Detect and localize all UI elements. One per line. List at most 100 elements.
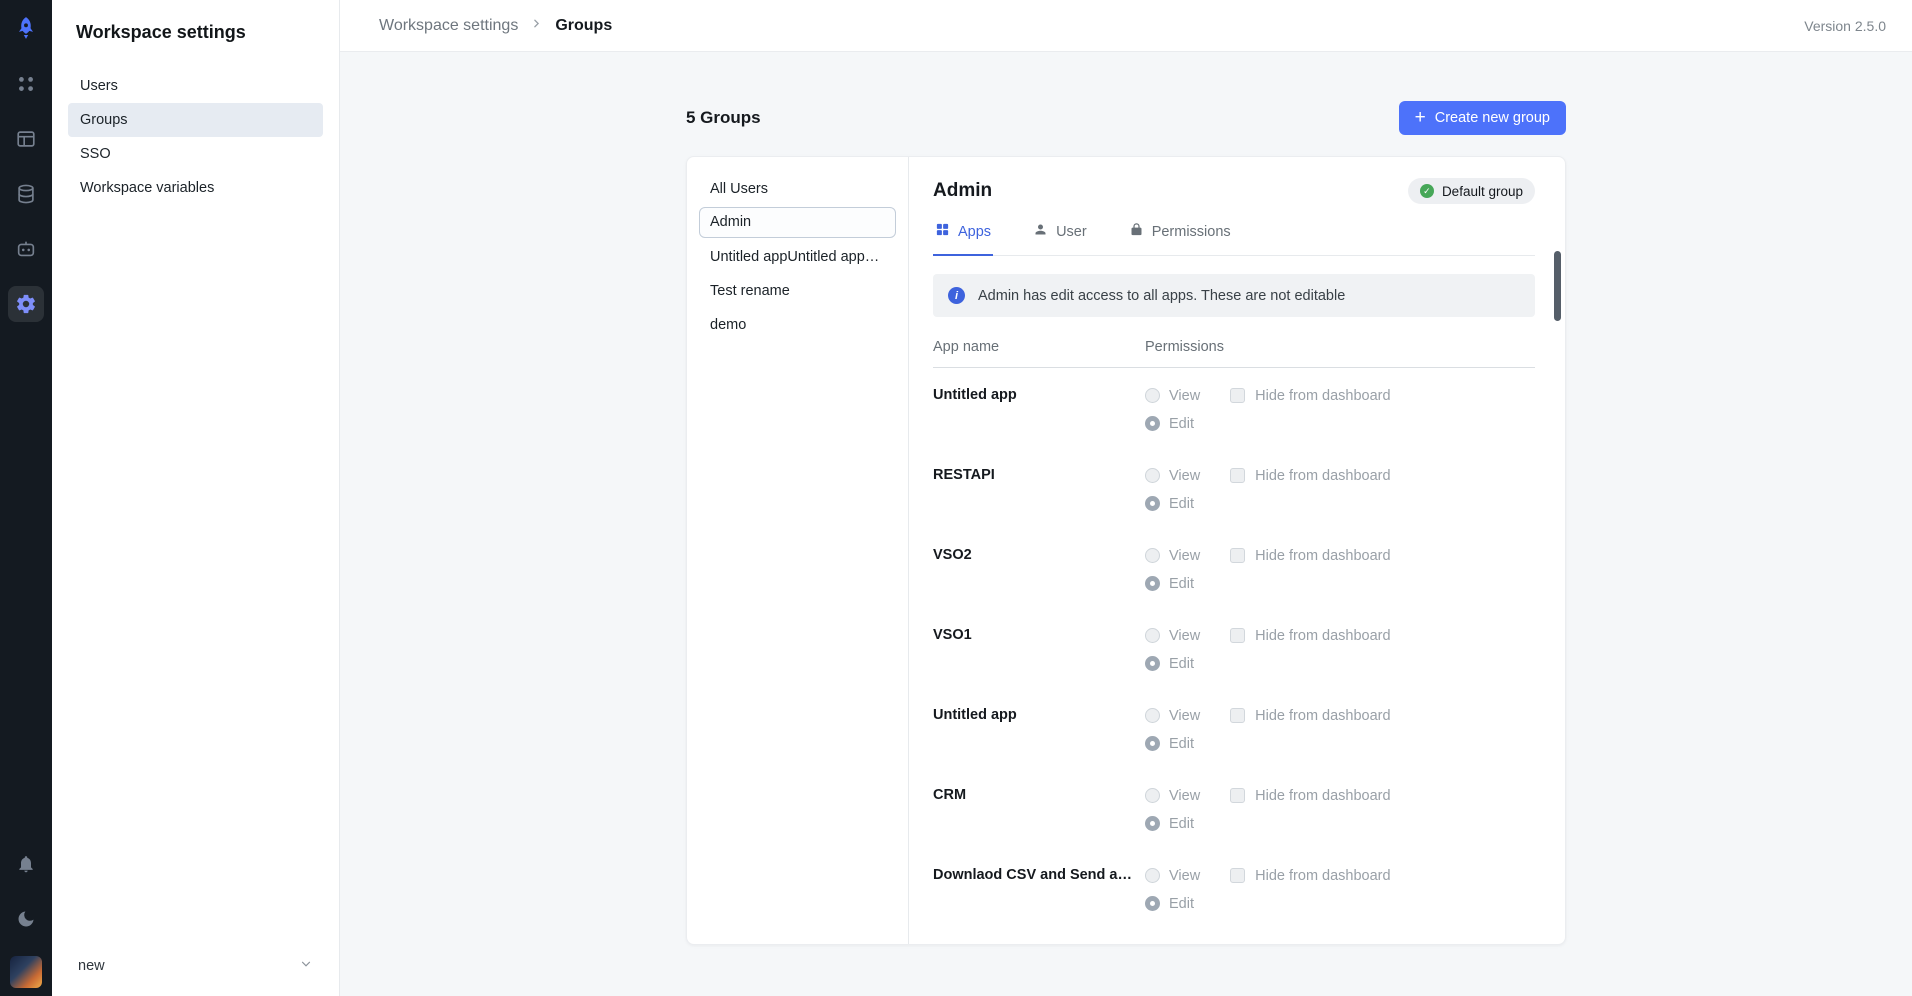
notifications-bell-icon[interactable] xyxy=(8,846,44,882)
column-app-name: App name xyxy=(933,339,1145,355)
info-banner: Admin has edit access to all apps. These… xyxy=(933,274,1535,317)
version-label: Version 2.5.0 xyxy=(1804,18,1886,34)
view-permission-line: View Hide from dashboard xyxy=(1145,467,1535,484)
view-radio-disabled xyxy=(1145,868,1160,883)
app-name: VSO2 xyxy=(933,547,1145,564)
breadcrumb-current: Groups xyxy=(555,17,612,35)
edit-label: Edit xyxy=(1169,816,1194,832)
permissions-cell: View Hide from dashboard Edit xyxy=(1145,387,1535,443)
plus-icon xyxy=(1415,108,1426,127)
view-radio-disabled xyxy=(1145,788,1160,803)
tab-user[interactable]: User xyxy=(1031,216,1089,256)
apps-nav-icon[interactable] xyxy=(8,66,44,102)
view-label: View xyxy=(1169,628,1200,644)
lock-icon xyxy=(1129,222,1144,241)
group-list-item-untitled-appuntitled-appunti[interactable]: Untitled appUntitled appUntitle... xyxy=(699,241,896,272)
groups-count-label: 5 Groups xyxy=(686,108,761,128)
table-header: App name Permissions xyxy=(933,317,1535,368)
app-root: Workspace settings Users Groups SSO Work… xyxy=(0,0,1912,996)
edit-label: Edit xyxy=(1169,736,1194,752)
group-list-item-demo[interactable]: demo xyxy=(699,309,896,340)
group-title: Admin xyxy=(933,180,992,202)
settings-sidebar: Workspace settings Users Groups SSO Work… xyxy=(52,0,340,996)
permissions-cell: View Hide from dashboard Edit xyxy=(1145,787,1535,843)
edit-radio-selected-disabled xyxy=(1145,816,1160,831)
top-header: Workspace settings Groups Version 2.5.0 xyxy=(340,0,1912,52)
view-label: View xyxy=(1169,548,1200,564)
edit-label: Edit xyxy=(1169,576,1194,592)
tab-apps[interactable]: Apps xyxy=(933,216,993,256)
sidebar-menu: Users Groups SSO Workspace variables xyxy=(68,69,323,205)
app-name: Untitled app xyxy=(933,387,1145,404)
permissions-cell: View Hide from dashboard Edit xyxy=(1145,707,1535,763)
tab-apps-label: Apps xyxy=(958,224,991,240)
hide-from-dashboard-label: Hide from dashboard xyxy=(1255,708,1390,724)
sidebar-item-workspace-variables[interactable]: Workspace variables xyxy=(68,171,323,205)
app-permission-row-vso2: VSO2 View Hide from dashboard xyxy=(933,528,1535,608)
edit-permission-line: Edit xyxy=(1145,735,1535,752)
user-avatar[interactable] xyxy=(10,956,42,988)
hide-from-dashboard-checkbox-disabled xyxy=(1230,548,1245,563)
permissions-cell: View Hide from dashboard Edit xyxy=(1145,627,1535,683)
default-group-badge-label: Default group xyxy=(1442,184,1523,199)
default-group-badge: Default group xyxy=(1408,178,1535,204)
workspace-name: new xyxy=(78,958,105,974)
database-nav-icon[interactable] xyxy=(8,176,44,212)
view-label: View xyxy=(1169,868,1200,884)
view-permission-line: View Hide from dashboard xyxy=(1145,787,1535,804)
workflows-nav-icon[interactable] xyxy=(8,121,44,157)
main-area: Workspace settings Groups Version 2.5.0 … xyxy=(340,0,1912,996)
rail-bottom xyxy=(8,846,44,988)
marketplace-nav-icon[interactable] xyxy=(8,231,44,267)
view-radio-disabled xyxy=(1145,708,1160,723)
edit-label: Edit xyxy=(1169,656,1194,672)
tab-permissions[interactable]: Permissions xyxy=(1127,216,1233,256)
app-permission-row-crm: CRM View Hide from dashboard xyxy=(933,768,1535,848)
edit-permission-line: Edit xyxy=(1145,655,1535,672)
edit-radio-selected-disabled xyxy=(1145,416,1160,431)
app-permission-rows: Untitled app View Hide from dashboard xyxy=(933,368,1535,928)
view-permission-line: View Hide from dashboard xyxy=(1145,547,1535,564)
breadcrumb-chevron-icon xyxy=(530,17,543,35)
sidebar-item-groups[interactable]: Groups xyxy=(68,103,323,137)
permissions-cell: View Hide from dashboard Edit xyxy=(1145,867,1535,923)
settings-nav-icon[interactable] xyxy=(8,286,44,322)
edit-radio-selected-disabled xyxy=(1145,896,1160,911)
hide-from-dashboard-label: Hide from dashboard xyxy=(1255,548,1390,564)
sidebar-item-sso[interactable]: SSO xyxy=(68,137,323,171)
create-new-group-button[interactable]: Create new group xyxy=(1399,101,1566,135)
edit-label: Edit xyxy=(1169,496,1194,512)
edit-permission-line: Edit xyxy=(1145,575,1535,592)
workspace-switcher[interactable]: new xyxy=(68,950,323,982)
group-list-item-test-rename[interactable]: Test rename xyxy=(699,275,896,306)
app-permission-row-untitled-app: Untitled app View Hide from dashboard xyxy=(933,368,1535,448)
edit-permission-line: Edit xyxy=(1145,895,1535,912)
group-detail-header: Admin Default group xyxy=(933,178,1565,204)
hide-from-dashboard-checkbox-disabled xyxy=(1230,868,1245,883)
hide-from-dashboard-label: Hide from dashboard xyxy=(1255,388,1390,404)
breadcrumb-parent[interactable]: Workspace settings xyxy=(379,17,518,35)
app-name: CRM xyxy=(933,787,1145,804)
view-label: View xyxy=(1169,788,1200,804)
group-list-item-all-users[interactable]: All Users xyxy=(699,173,896,204)
view-label: View xyxy=(1169,708,1200,724)
app-permission-row-untitled-app: Untitled app View Hide from dashboard xyxy=(933,688,1535,768)
view-permission-line: View Hide from dashboard xyxy=(1145,707,1535,724)
view-radio-disabled xyxy=(1145,388,1160,403)
scrollbar-thumb[interactable] xyxy=(1554,251,1561,321)
chevron-down-icon xyxy=(299,957,313,975)
edit-label: Edit xyxy=(1169,416,1194,432)
hide-from-dashboard-label: Hide from dashboard xyxy=(1255,788,1390,804)
hide-from-dashboard-checkbox-disabled xyxy=(1230,388,1245,403)
sidebar-item-users[interactable]: Users xyxy=(68,69,323,103)
user-icon xyxy=(1033,222,1048,241)
view-radio-disabled xyxy=(1145,548,1160,563)
breadcrumb: Workspace settings Groups xyxy=(379,17,612,35)
group-list-item-admin[interactable]: Admin xyxy=(699,207,896,238)
view-permission-line: View Hide from dashboard xyxy=(1145,387,1535,404)
view-label: View xyxy=(1169,388,1200,404)
dark-mode-moon-icon[interactable] xyxy=(8,901,44,937)
group-detail-panel: Admin Default group Apps xyxy=(909,157,1565,944)
view-radio-disabled xyxy=(1145,628,1160,643)
green-check-icon xyxy=(1420,184,1434,198)
